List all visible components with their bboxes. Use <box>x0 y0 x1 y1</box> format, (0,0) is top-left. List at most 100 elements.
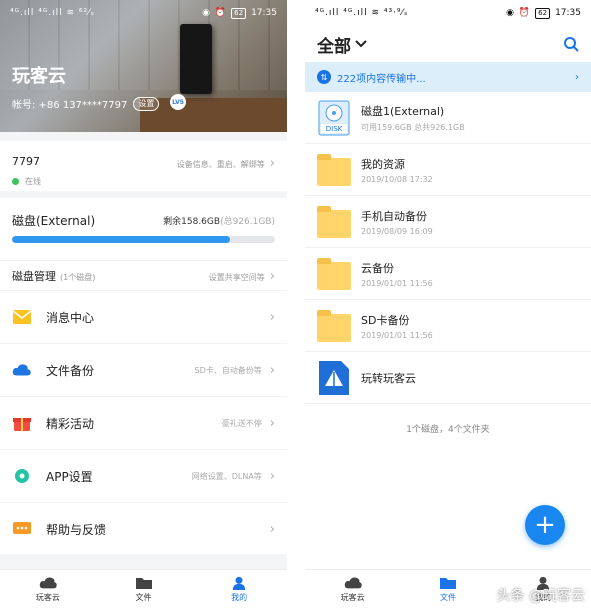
tab-files[interactable]: 文件 <box>400 570 495 609</box>
device-status-label: 在线 <box>25 177 41 186</box>
alarm-icon: ⏰ <box>518 8 531 18</box>
menu-item-help[interactable]: 帮助与反馈 › <box>0 502 287 555</box>
online-dot-icon <box>12 178 19 185</box>
device-hint: 设备信息、重启、解绑等 <box>176 160 265 169</box>
disk-remaining-value: 剩余158.6GB <box>163 217 221 227</box>
folder-icon <box>439 578 456 589</box>
list-item[interactable]: 云备份 2019/01/01 11:56 <box>305 248 591 300</box>
tab-me[interactable]: 我的 <box>191 570 287 609</box>
gear-icon <box>12 466 32 486</box>
list-item[interactable]: 我的资源 2019/10/08 17:32 <box>305 144 591 196</box>
file-name: 玩转玩客云 <box>361 371 416 385</box>
disk-manage-hint: 设置共享空间等 <box>208 273 265 282</box>
file-name: 我的资源 <box>361 157 405 171</box>
eye-icon: ◉ <box>202 8 210 18</box>
search-icon[interactable] <box>563 36 579 52</box>
transfer-icon: ⇅ <box>317 70 331 84</box>
file-meta: 2019/10/08 17:32 <box>361 174 433 184</box>
status-bar: ⁴ᴳ.ıll ⁴ᴳ.ıll ≋ ⁶²⁄ₛ ◉ ⏰ 62 17:35 <box>0 0 287 26</box>
signal-indicators: ⁴ᴳ.ıll ⁴ᴳ.ıll ≋ ⁴³·⁹⁄ₛ <box>315 8 409 18</box>
chat-icon <box>12 519 32 539</box>
transfer-banner[interactable]: ⇅ 222项内容传输中... › <box>305 62 591 92</box>
menu-item-label: 文件备份 <box>46 363 95 378</box>
file-meta: 2019/01/01 11:56 <box>361 330 433 340</box>
settings-badge[interactable]: 设置 <box>133 96 160 111</box>
menu-item-hint: 豪礼送不停 <box>221 418 262 428</box>
disk-icon: DISK <box>317 100 353 136</box>
menu-list: 消息中心 › 文件备份 SD卡、自动备份等 › 精彩活动 豪礼送不停 › APP… <box>0 290 287 554</box>
menu-item-events[interactable]: 精彩活动 豪礼送不停 › <box>0 396 287 449</box>
profile-header: ⁴ᴳ.ıll ⁴ᴳ.ıll ≋ ⁶²⁄ₛ ◉ ⏰ 62 17:35 玩客云 帐号… <box>0 0 287 132</box>
list-item[interactable]: SD卡备份 2019/01/01 11:56 <box>305 300 591 352</box>
gift-icon <box>12 413 32 433</box>
files-screen: ⁴ᴳ.ıll ⁴ᴳ.ıll ≋ ⁴³·⁹⁄ₛ ◉ ⏰ 62 17:35 全部 ⇅… <box>305 0 591 609</box>
header-table-image <box>140 98 287 132</box>
clock-time: 17:35 <box>555 8 581 18</box>
folder-filter-dropdown[interactable]: 全部 <box>317 32 367 57</box>
chevron-right-icon: › <box>269 309 275 325</box>
menu-item-hint: SD卡、自动备份等 <box>194 365 262 375</box>
disk-usage-fill <box>12 236 231 243</box>
menu-item-label: 精彩活动 <box>46 416 95 431</box>
chevron-right-icon: › <box>575 71 579 83</box>
file-name: SD卡备份 <box>361 313 410 327</box>
disk-name: 磁盘(External) <box>12 214 96 228</box>
watermark: 头条 @玩客云 <box>496 588 585 604</box>
file-summary: 1个磁盘，4个文件夹 <box>406 425 490 435</box>
device-status: 在线 <box>12 176 275 187</box>
device-image <box>180 24 212 94</box>
disk-remaining: 剩余158.6GB(总926.1GB) <box>163 214 275 227</box>
person-icon <box>233 576 246 590</box>
account-line: 帐号: +86 137****7797 设置 <box>12 96 160 111</box>
bottom-tab-bar: 玩客云 文件 我的 <box>0 569 287 609</box>
folder-icon <box>317 308 353 344</box>
device-card[interactable]: 7797 设备信息、重启、解绑等 › 在线 <box>0 141 287 191</box>
menu-item-messages[interactable]: 消息中心 › <box>0 290 287 343</box>
tab-label: 文件 <box>439 593 456 602</box>
list-item[interactable]: 手机自动备份 2019/08/09 16:09 <box>305 196 591 248</box>
mail-icon <box>12 307 32 327</box>
disk-manage-count: (1个磁盘) <box>60 273 96 282</box>
page-title: 全部 <box>317 36 351 57</box>
files-header: 全部 <box>305 26 591 62</box>
clock-time: 17:35 <box>251 8 277 18</box>
menu-item-label: 消息中心 <box>46 310 95 325</box>
file-name: 磁盘1(External) <box>361 104 445 118</box>
profile-screen: ⁴ᴳ.ıll ⁴ᴳ.ıll ≋ ⁶²⁄ₛ ◉ ⏰ 62 17:35 玩客云 帐号… <box>0 0 287 609</box>
battery-indicator: 62 <box>231 7 247 19</box>
tab-files[interactable]: 文件 <box>96 570 192 609</box>
signal-indicators: ⁴ᴳ.ıll ⁴ᴳ.ıll ≋ ⁶²⁄ₛ <box>10 8 95 18</box>
chevron-right-icon: › <box>269 156 275 171</box>
add-button[interactable]: + <box>525 505 565 545</box>
menu-item-label: 帮助与反馈 <box>46 522 107 537</box>
list-item[interactable]: DISK 磁盘1(External) 可用159.6GB 总共926.1GB <box>305 92 591 144</box>
file-meta: 2019/01/01 11:56 <box>361 278 433 288</box>
chevron-right-icon: › <box>269 362 275 378</box>
account-number: 帐号: +86 137****7797 <box>12 100 128 111</box>
disk-manage-row[interactable]: 磁盘管理 (1个磁盘) 设置共享空间等 › <box>0 260 287 288</box>
eye-icon: ◉ <box>506 8 514 18</box>
chevron-down-icon <box>355 40 367 48</box>
alarm-icon: ⏰ <box>214 8 227 18</box>
menu-item-label: APP设置 <box>46 469 93 484</box>
menu-item-backup[interactable]: 文件备份 SD卡、自动备份等 › <box>0 343 287 396</box>
folder-icon <box>317 204 353 240</box>
file-meta: 可用159.6GB 总共926.1GB <box>361 122 465 132</box>
file-name: 手机自动备份 <box>361 209 427 223</box>
level-badge: LV5 <box>170 94 186 110</box>
menu-item-app-settings[interactable]: APP设置 网络设置、DLNA等 › <box>0 449 287 502</box>
tab-home[interactable]: 玩客云 <box>0 570 96 609</box>
cloud-icon <box>39 577 57 589</box>
tab-label: 玩客云 <box>35 593 60 602</box>
chevron-right-icon: › <box>269 415 275 431</box>
chevron-right-icon: › <box>269 269 275 284</box>
folder-icon <box>317 152 353 188</box>
tab-home[interactable]: 玩客云 <box>305 570 400 609</box>
file-name: 云备份 <box>361 261 394 275</box>
status-bar: ⁴ᴳ.ıll ⁴ᴳ.ıll ≋ ⁴³·⁹⁄ₛ ◉ ⏰ 62 17:35 <box>305 0 591 26</box>
cloud-icon <box>344 577 362 589</box>
list-item[interactable]: 玩转玩客云 <box>305 352 591 404</box>
battery-indicator: 62 <box>535 7 551 19</box>
disk-manage-label: 磁盘管理 <box>12 270 56 283</box>
disk-card: 磁盘(External) 剩余158.6GB(总926.1GB) 磁盘管理 (1个… <box>0 198 287 290</box>
